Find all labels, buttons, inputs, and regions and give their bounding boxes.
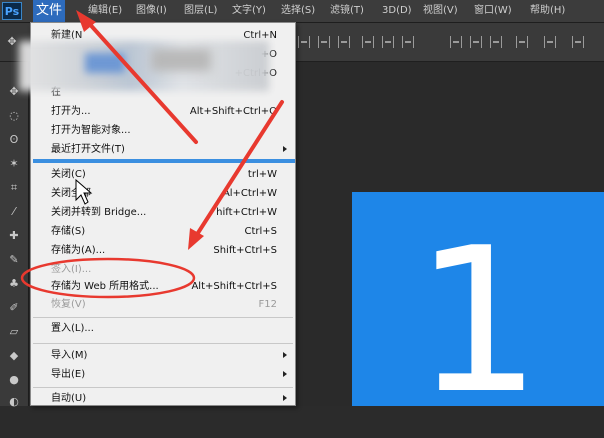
menu-item-close-and-go-to-bridge[interactable]: 关闭并转到 Bridge... hift+Ctrl+W [31,203,295,222]
menu-item-label: 最近打开文件(T) [51,144,125,155]
menu-item-revert[interactable]: 恢复(V) F12 [31,295,295,314]
menu-item-label: 导出(E) [51,369,86,380]
submenu-arrow-icon [283,146,287,152]
menu-item-place[interactable]: 置入(L)... [31,319,295,338]
menu-layer[interactable]: 图层(L) [184,0,217,22]
submenu-arrow-icon [283,395,287,401]
menu-3d[interactable]: 3D(D) [382,0,412,22]
menu-type[interactable]: 文字(Y) [232,0,266,22]
eyedropper-tool-icon[interactable]: ⁄ [4,202,24,222]
menu-item-shortcut: hift+Ctrl+W [216,207,277,218]
menu-item-save[interactable]: 存储(S) Ctrl+S [31,222,295,241]
menu-separator-highlight [33,159,295,163]
menu-item-automate[interactable]: 自动(U) [31,389,295,408]
menu-item-label: 关闭(C) [51,169,86,180]
marquee-tool-icon[interactable]: ◌ [4,106,24,126]
distribute-right-icon[interactable] [572,36,584,48]
align-bottom-icon[interactable] [338,36,350,48]
history-brush-tool-icon[interactable]: ✐ [4,298,24,318]
menu-image[interactable]: 图像(I) [136,0,167,22]
menu-separator [33,317,293,318]
paint-bucket-tool-icon[interactable]: ◆ [4,346,24,366]
menu-item-shortcut: Al+Ctrl+W [222,188,277,199]
menu-file[interactable]: 文件 [33,0,66,22]
distribute-bottom-icon[interactable] [490,36,502,48]
canvas-number-text: 1 [414,205,542,438]
menu-bar: Ps 文件 编辑(E) 图像(I) 图层(L) 文字(Y) 选择(S) 滤镜(T… [0,0,604,23]
menu-window[interactable]: 窗口(W) [474,0,512,22]
magic-wand-tool-icon[interactable]: ✶ [4,154,24,174]
eraser-tool-icon[interactable]: ▱ [4,322,24,342]
menu-item-label: 置入(L)... [51,323,94,334]
clone-stamp-tool-icon[interactable]: ♣ [4,274,24,294]
menu-separator [33,343,293,344]
menu-item-label: 打开为智能对象... [51,125,131,136]
crop-tool-icon[interactable]: ⌗ [4,178,24,198]
menu-item-open-recent[interactable]: 最近打开文件(T) [31,140,295,159]
menu-item-label: 导入(M) [51,350,88,361]
document-canvas[interactable]: 1 [352,192,604,422]
align-vcenter-icon[interactable] [318,36,330,48]
submenu-arrow-icon [283,371,287,377]
privacy-blur-overlay [19,41,269,91]
menu-item-shortcut: Shift+Ctrl+S [213,245,277,256]
dodge-tool-icon[interactable]: ◐ [4,392,24,412]
menu-item-shortcut: Alt+Shift+Ctrl+S [191,281,277,292]
menu-item-save-for-web[interactable]: 存储为 Web 所用格式... Alt+Shift+Ctrl+S [31,277,295,296]
menu-view[interactable]: 视图(V) [423,0,458,22]
blur-tool-icon[interactable]: ● [4,370,24,390]
file-menu-dropdown: 新建(NCtrl+N +O +Ctrl+O 在 打开为...Alt+Shift+… [19,22,296,408]
align-top-icon[interactable] [298,36,310,48]
menu-item-save-as[interactable]: 存储为(A)... Shift+Ctrl+S [31,241,295,260]
privacy-blur-overlay [151,49,211,71]
brush-tool-icon[interactable]: ✎ [4,250,24,270]
menu-filter[interactable]: 滤镜(T) [330,0,364,22]
menu-item-open-as[interactable]: 打开为... Alt+Shift+Ctrl+O [31,102,295,121]
menu-item-label: 关闭并转到 Bridge... [51,207,147,218]
menu-item-shortcut: F12 [258,299,277,310]
menu-item-label: 关闭全部 [51,188,91,199]
menu-item-label: 打开为... [51,106,91,117]
menu-item-label: 自动(U) [51,393,87,404]
distribute-vcenter-icon[interactable] [470,36,482,48]
healing-brush-tool-icon[interactable]: ✚ [4,226,24,246]
menu-edit[interactable]: 编辑(E) [88,0,122,22]
menu-help[interactable]: 帮助(H) [530,0,565,22]
menu-item-open-as-smart-object[interactable]: 打开为智能对象... [31,121,295,140]
align-right-icon[interactable] [402,36,414,48]
lasso-tool-icon[interactable]: ʘ [4,130,24,150]
distribute-left-icon[interactable] [516,36,528,48]
menu-item-shortcut: Alt+Shift+Ctrl+O [189,106,277,117]
menu-item-label: 存储为(A)... [51,245,106,256]
menu-item-close-all[interactable]: 关闭全部 Al+Ctrl+W [31,184,295,203]
submenu-arrow-icon [283,352,287,358]
menu-item-import[interactable]: 导入(M) [31,346,295,365]
menu-item-close[interactable]: 关闭(C) trl+W [31,165,295,184]
menu-item-export[interactable]: 导出(E) [31,365,295,384]
align-left-icon[interactable] [362,36,374,48]
menu-select[interactable]: 选择(S) [281,0,315,22]
menu-separator [33,387,293,388]
distribute-hcenter-icon[interactable] [544,36,556,48]
menu-item-shortcut: Ctrl+S [244,226,277,237]
menu-item-label: 存储(S) [51,226,86,237]
menu-item-label: 恢复(V) [51,299,86,310]
privacy-blur-overlay [85,53,125,73]
menu-item-label: 存储为 Web 所用格式... [51,281,159,292]
distribute-top-icon[interactable] [450,36,462,48]
tools-panel: ✥ ◌ ʘ ✶ ⌗ ⁄ ✚ ✎ ♣ ✐ ▱ ◆ ● ◐ [0,62,29,408]
photoshop-logo-icon: Ps [2,2,22,20]
menu-item-shortcut: trl+W [247,169,277,180]
align-hcenter-icon[interactable] [382,36,394,48]
